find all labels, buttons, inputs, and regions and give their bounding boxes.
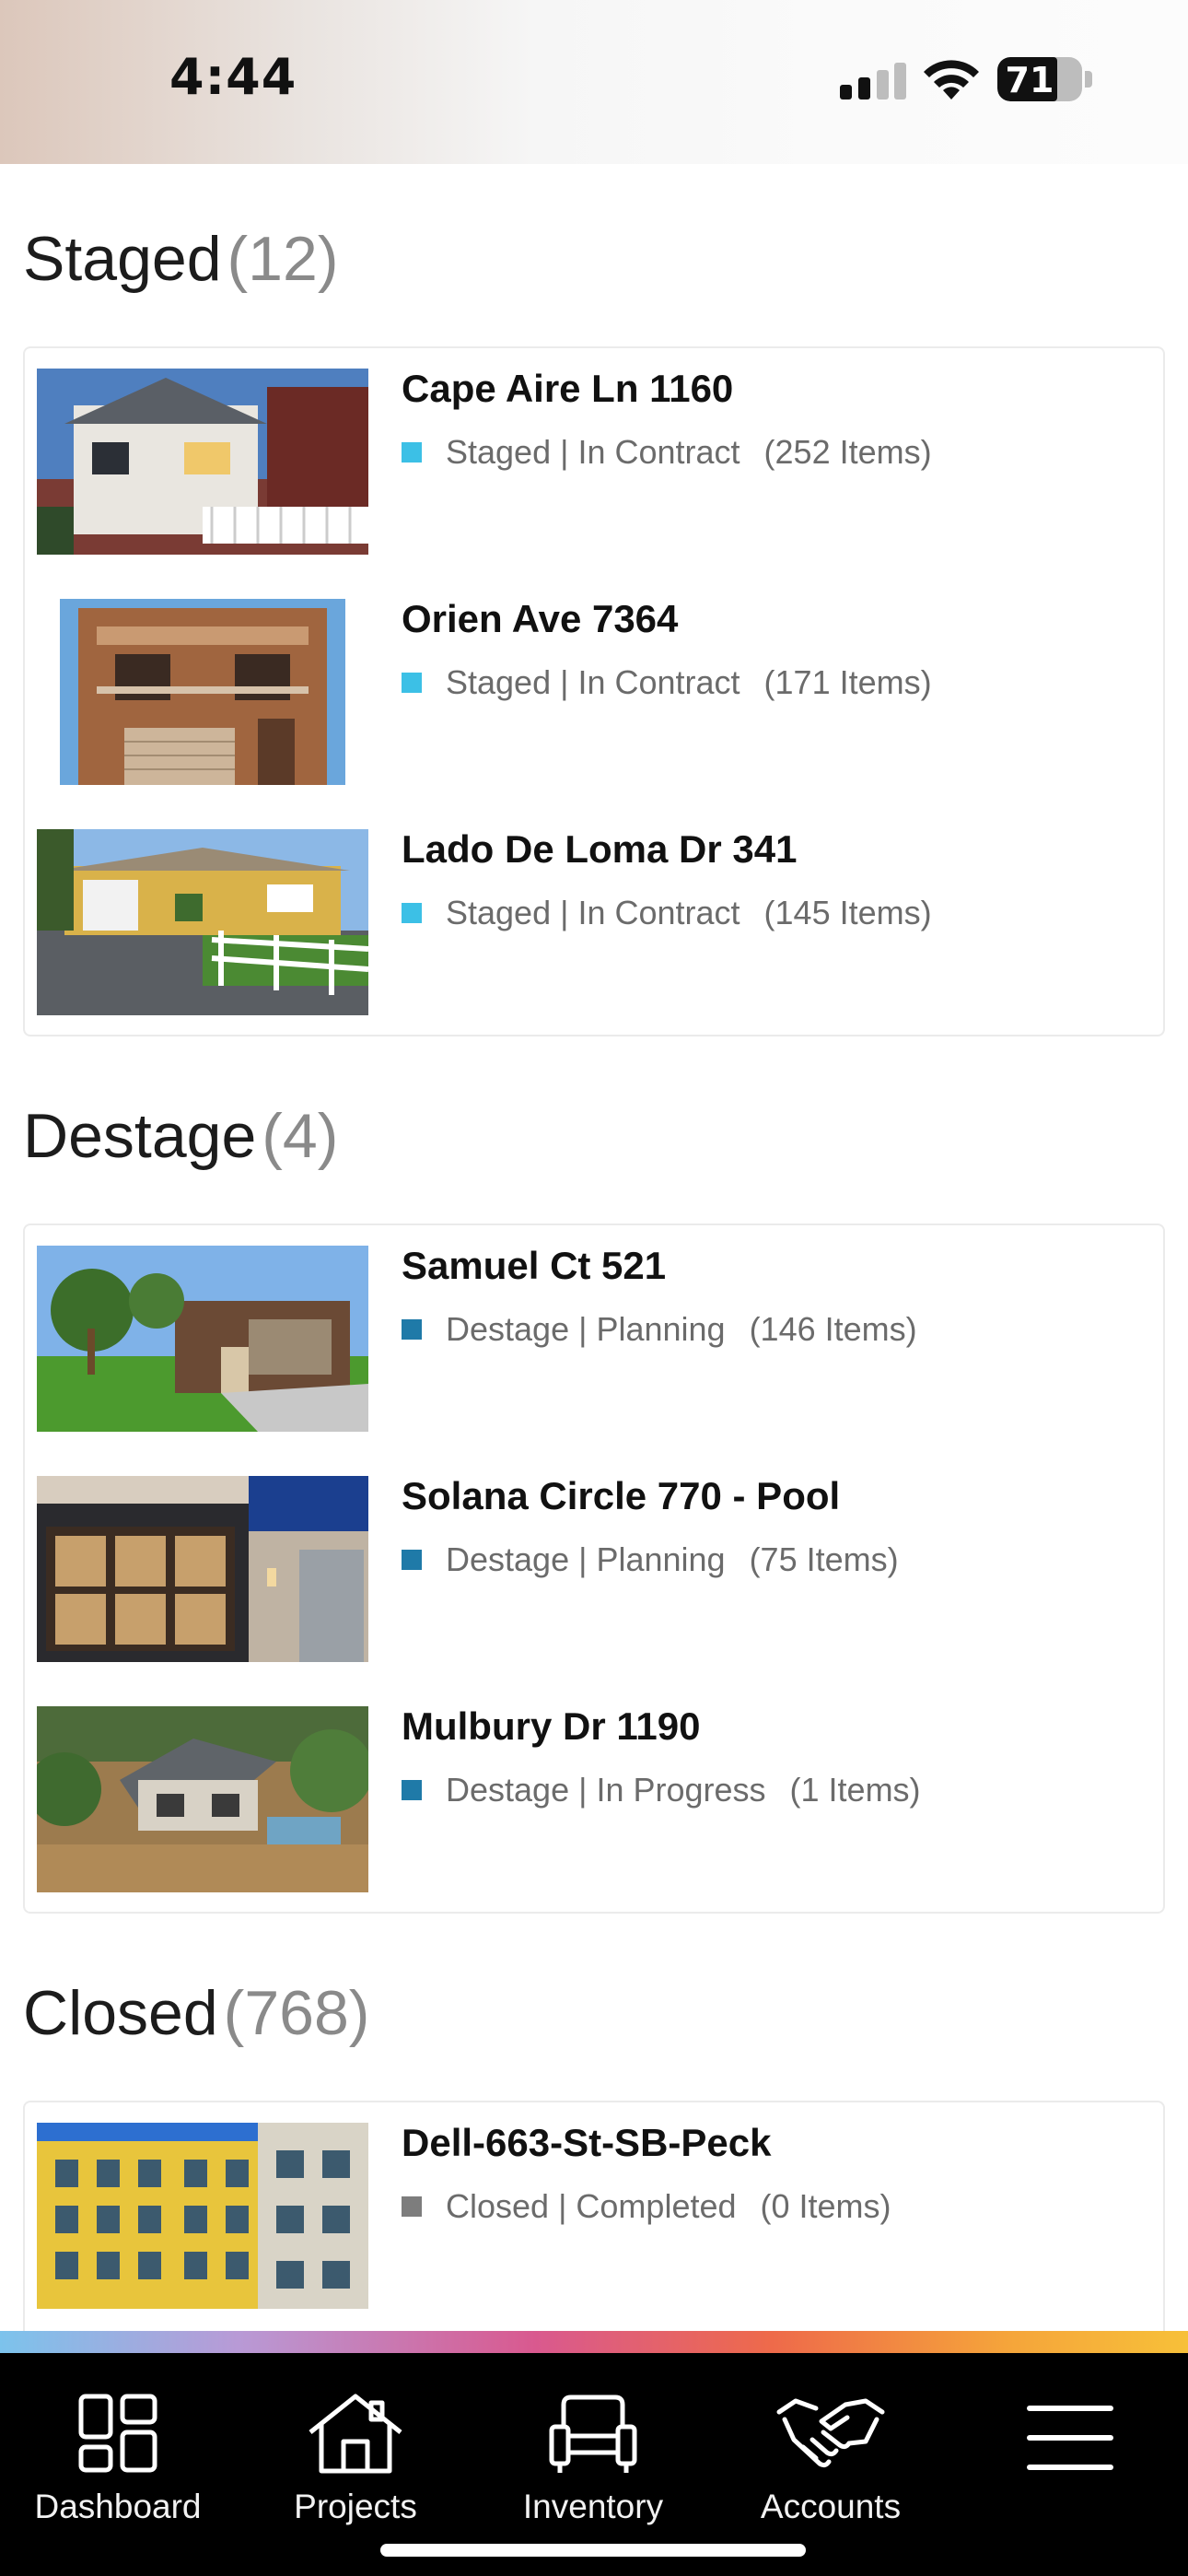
tab-projects[interactable]: Projects: [254, 2392, 457, 2526]
section-count: (4): [262, 1101, 339, 1171]
project-row[interactable]: Dell-663-St-SB-Peck Closed | Completed (…: [25, 2112, 1163, 2342]
bottom-tab-bar: Dashboard Projects Inventory Accounts: [0, 2353, 1188, 2576]
section-count: (12): [227, 224, 339, 294]
status-color-swatch: [402, 673, 422, 693]
handshake-icon: [776, 2398, 885, 2468]
battery-percentage: 71: [1005, 60, 1054, 100]
tab-label: Projects: [294, 2488, 417, 2525]
section-title-staged: Staged(12): [23, 223, 338, 295]
status-color-swatch: [402, 903, 422, 923]
project-title: Mulbury Dr 1190: [402, 1704, 701, 1748]
project-status: Staged | In Contract: [446, 894, 740, 931]
status-color-swatch: [402, 2196, 422, 2217]
project-item-count: (75 Items): [749, 1540, 899, 1578]
tab-accounts[interactable]: Accounts: [729, 2392, 932, 2526]
project-status: Destage | Planning: [446, 1310, 726, 1348]
wifi-icon: [924, 60, 979, 100]
project-title: Orien Ave 7364: [402, 597, 679, 640]
project-thumbnail: [37, 1476, 368, 1662]
status-color-swatch: [402, 1319, 422, 1340]
status-color-swatch: [402, 442, 422, 463]
battery-tip: [1085, 71, 1092, 88]
section-title-destage: Destage(4): [23, 1100, 338, 1172]
project-title: Dell-663-St-SB-Peck: [402, 2121, 772, 2164]
dashboard-icon: [78, 2394, 157, 2473]
destage-card: Samuel Ct 521 Destage | Planning (146 It…: [23, 1224, 1165, 1914]
project-thumbnail: [37, 1246, 368, 1432]
hamburger-menu-icon: [1027, 2406, 1113, 2470]
project-status: Staged | In Contract: [446, 663, 740, 701]
tab-label: Accounts: [760, 2488, 902, 2525]
project-title: Samuel Ct 521: [402, 1244, 667, 1287]
project-thumbnail: [37, 2123, 368, 2309]
tab-dashboard[interactable]: Dashboard: [17, 2392, 219, 2526]
project-item-count: (146 Items): [749, 1310, 917, 1348]
battery-icon: 71: [997, 57, 1082, 101]
accent-gradient-strip: [0, 2331, 1188, 2353]
tab-inventory[interactable]: Inventory: [492, 2392, 694, 2526]
project-meta: Destage | Planning (146 Items): [402, 1310, 917, 1349]
tab-label: Inventory: [522, 2488, 664, 2525]
section-name: Destage: [23, 1101, 257, 1171]
menu-button[interactable]: [969, 2401, 1171, 2475]
project-item-count: (145 Items): [763, 894, 932, 931]
project-row[interactable]: Mulbury Dr 1190 Destage | In Progress (1…: [25, 1695, 1163, 1926]
project-meta: Staged | In Contract (171 Items): [402, 663, 932, 702]
project-row[interactable]: Samuel Ct 521 Destage | Planning (146 It…: [25, 1235, 1163, 1465]
status-bar: 4:44 71: [0, 0, 1188, 164]
project-thumbnail: [37, 1706, 368, 1892]
status-color-swatch: [402, 1550, 422, 1570]
project-thumbnail: [37, 829, 368, 1015]
project-row[interactable]: Orien Ave 7364 Staged | In Contract (171…: [25, 588, 1163, 818]
project-title: Cape Aire Ln 1160: [402, 367, 734, 410]
project-item-count: (171 Items): [763, 663, 932, 701]
project-title: Lado De Loma Dr 341: [402, 827, 798, 871]
status-color-swatch: [402, 1780, 422, 1800]
project-title: Solana Circle 770 - Pool: [402, 1474, 841, 1517]
project-thumbnail: [60, 599, 345, 785]
project-status: Closed | Completed: [446, 2187, 737, 2225]
project-item-count: (1 Items): [789, 1771, 921, 1809]
project-meta: Closed | Completed (0 Items): [402, 2187, 891, 2226]
cellular-signal-icon: [840, 63, 906, 100]
home-indicator: [380, 2544, 806, 2557]
project-row[interactable]: Cape Aire Ln 1160 Staged | In Contract (…: [25, 357, 1163, 588]
project-item-count: (252 Items): [763, 433, 932, 471]
tab-label: Dashboard: [34, 2488, 202, 2525]
project-row[interactable]: Lado De Loma Dr 341 Staged | In Contract…: [25, 818, 1163, 1048]
status-time: 4:44: [169, 48, 297, 106]
project-item-count: (0 Items): [760, 2187, 891, 2225]
section-title-closed: Closed(768): [23, 1977, 369, 2049]
section-name: Closed: [23, 1978, 218, 2048]
project-meta: Destage | Planning (75 Items): [402, 1540, 899, 1579]
section-count: (768): [223, 1978, 370, 2048]
staged-card: Cape Aire Ln 1160 Staged | In Contract (…: [23, 346, 1165, 1036]
project-thumbnail: [37, 369, 368, 555]
project-row[interactable]: Solana Circle 770 - Pool Destage | Plann…: [25, 1465, 1163, 1695]
project-status: Staged | In Contract: [446, 433, 740, 471]
project-status: Destage | In Progress: [446, 1771, 766, 1809]
project-meta: Staged | In Contract (145 Items): [402, 894, 932, 932]
house-icon: [309, 2394, 402, 2474]
project-meta: Staged | In Contract (252 Items): [402, 433, 932, 472]
project-meta: Destage | In Progress (1 Items): [402, 1771, 921, 1809]
section-name: Staged: [23, 224, 222, 294]
project-status: Destage | Planning: [446, 1540, 726, 1578]
sofa-icon: [549, 2395, 637, 2473]
